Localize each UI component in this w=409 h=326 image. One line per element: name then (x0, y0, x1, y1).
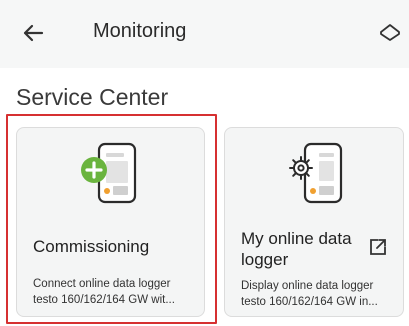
my-online-data-logger-card[interactable]: My online data logger Display online dat… (224, 127, 404, 317)
card-description: Connect online data logger testo 160/162… (33, 276, 193, 308)
arrow-left-icon (23, 24, 44, 42)
card-description-line: Display online data logger (241, 280, 374, 292)
external-link-button[interactable] (367, 236, 389, 258)
phone-add-icon (81, 142, 137, 204)
home-icon (380, 24, 400, 41)
card-description: Display online data logger testo 160/162… (241, 278, 393, 310)
card-title: My online data logger (241, 229, 352, 269)
app-screen: Monitoring Service Center Commissioning … (0, 0, 409, 326)
card-description-line: testo 160/162/164 GW wit... (33, 294, 175, 306)
back-button[interactable] (16, 16, 50, 50)
section-title: Service Center (16, 84, 169, 110)
commissioning-card[interactable]: Commissioning Connect online data logger… (16, 127, 205, 317)
card-description-line: testo 160/162/164 GW in... (241, 296, 378, 308)
card-title: Commissioning (33, 237, 150, 256)
top-bar: Monitoring (0, 0, 409, 68)
external-link-icon (370, 239, 386, 255)
home-button[interactable] (375, 18, 405, 48)
page-title: Monitoring (93, 20, 187, 42)
phone-settings-icon (289, 142, 343, 204)
card-description-line: Connect online data logger (33, 278, 171, 290)
